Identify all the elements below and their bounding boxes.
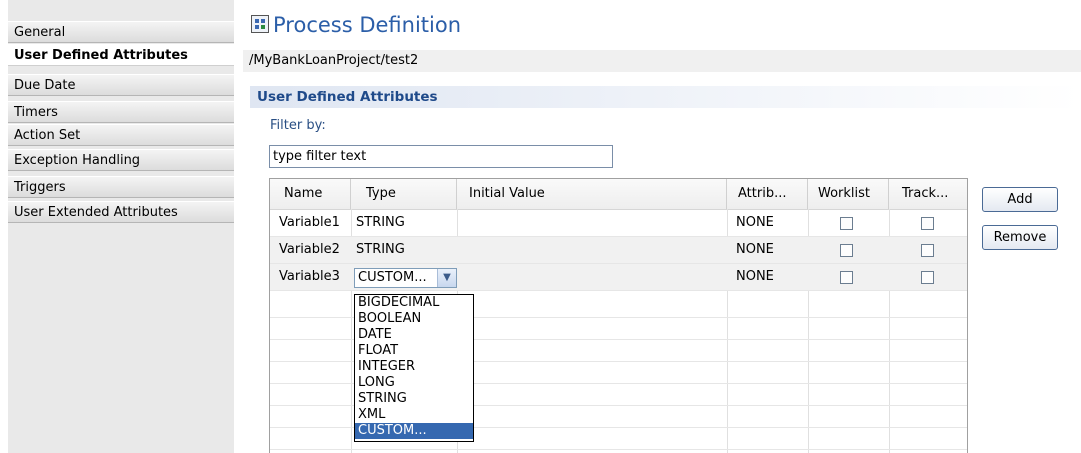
filter-label: Filter by: [270, 118, 326, 133]
column-header-initial-value[interactable]: Initial Value [457, 179, 727, 209]
sidebar-item-user-defined-attributes[interactable]: User Defined Attributes [8, 44, 234, 66]
sidebar-item-due-date[interactable]: Due Date [8, 74, 234, 96]
sidebar-item-action-set[interactable]: Action Set [8, 124, 234, 146]
section-title: User Defined Attributes [250, 86, 1081, 108]
dropdown-option-boolean[interactable]: BOOLEAN [355, 311, 473, 327]
dropdown-option-custom[interactable]: CUSTOM... [355, 423, 473, 439]
dropdown-option-long[interactable]: LONG [355, 375, 473, 391]
dropdown-option-float[interactable]: FLOAT [355, 343, 473, 359]
cell-initial-value[interactable] [457, 210, 727, 236]
worklist-checkbox[interactable] [840, 217, 853, 230]
cell-type[interactable]: STRING [351, 210, 457, 236]
page-header: Process Definition [243, 10, 1081, 46]
cell-type[interactable]: STRING [351, 237, 457, 263]
breadcrumb: /MyBankLoanProject/test2 [243, 50, 1081, 72]
type-combobox-value: CUSTOM... [358, 270, 427, 285]
type-dropdown-list: BIGDECIMAL BOOLEAN DATE FLOAT INTEGER LO… [354, 294, 474, 442]
sidebar: General User Defined Attributes Due Date… [8, 0, 234, 453]
worklist-checkbox[interactable] [840, 271, 853, 284]
cell-initial-value[interactable] [457, 237, 727, 263]
add-button[interactable]: Add [982, 187, 1058, 212]
column-header-worklist[interactable]: Worklist [808, 179, 889, 209]
track-checkbox[interactable] [921, 217, 934, 230]
table-row[interactable]: Variable1 STRING NONE [270, 210, 967, 236]
chevron-down-icon[interactable]: ▼ [437, 269, 456, 287]
dropdown-option-bigdecimal[interactable]: BIGDECIMAL [355, 295, 473, 311]
table-row[interactable]: Variable3 CUSTOM... ▼ NONE [270, 264, 967, 290]
cell-name: Variable1 [279, 215, 340, 230]
sidebar-item-timers[interactable]: Timers [8, 101, 234, 123]
process-definition-icon [251, 15, 269, 33]
track-checkbox[interactable] [921, 271, 934, 284]
sidebar-item-triggers[interactable]: Triggers [8, 176, 234, 198]
cell-attrib[interactable]: NONE [727, 210, 808, 236]
type-combobox[interactable]: CUSTOM... ▼ [354, 268, 457, 288]
column-header-type[interactable]: Type [351, 179, 457, 209]
dropdown-option-string[interactable]: STRING [355, 391, 473, 407]
page-title: Process Definition [273, 13, 462, 37]
dropdown-option-date[interactable]: DATE [355, 327, 473, 343]
cell-name: Variable2 [279, 242, 340, 257]
track-checkbox[interactable] [921, 244, 934, 257]
column-header-name[interactable]: Name [270, 179, 351, 209]
worklist-checkbox[interactable] [840, 244, 853, 257]
sidebar-item-user-extended-attributes[interactable]: User Extended Attributes [8, 201, 234, 223]
dropdown-option-integer[interactable]: INTEGER [355, 359, 473, 375]
cell-name: Variable3 [279, 269, 340, 284]
filter-input[interactable]: type filter text [269, 145, 613, 168]
column-header-attrib[interactable]: Attrib... [727, 179, 808, 209]
table-header: Name Type Initial Value Attrib... Workli… [270, 179, 967, 210]
cell-attrib[interactable]: NONE [727, 237, 808, 263]
cell-attrib[interactable]: NONE [727, 264, 808, 290]
sidebar-item-general[interactable]: General [8, 21, 234, 43]
column-header-track[interactable]: Track... [889, 179, 967, 209]
sidebar-item-exception-handling[interactable]: Exception Handling [8, 149, 234, 171]
cell-initial-value[interactable] [457, 264, 727, 290]
table-row[interactable]: Variable2 STRING NONE [270, 237, 967, 263]
remove-button[interactable]: Remove [982, 225, 1058, 250]
dropdown-option-xml[interactable]: XML [355, 407, 473, 423]
